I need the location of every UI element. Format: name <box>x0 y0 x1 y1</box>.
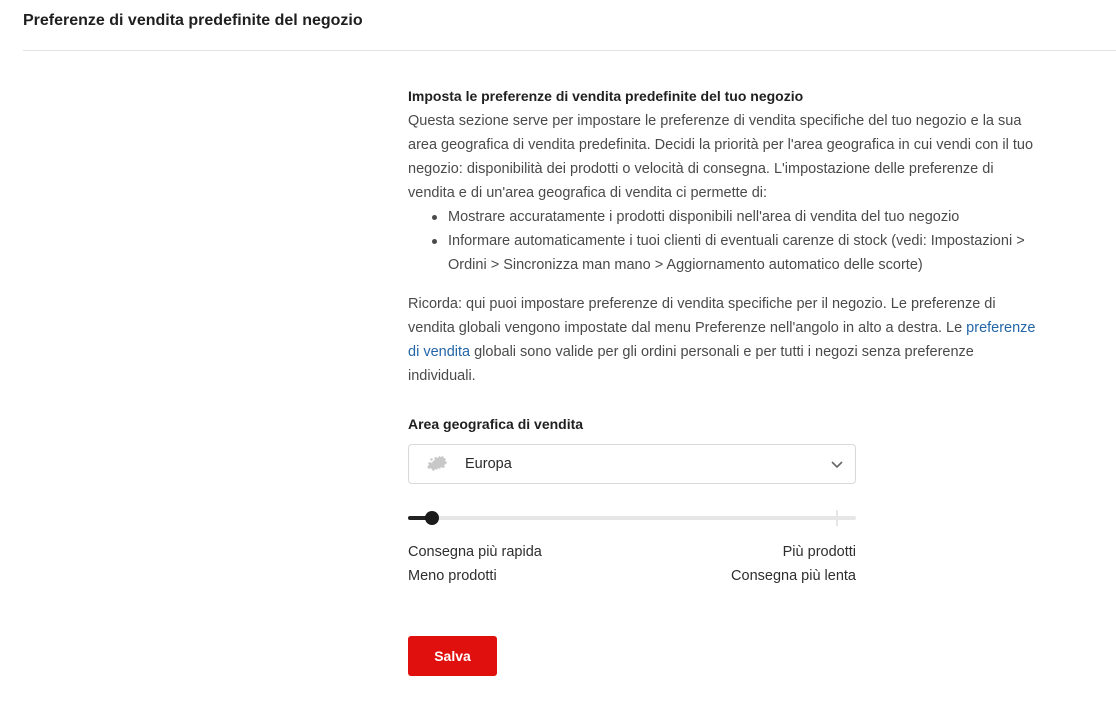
more-products-label: Più prodotti <box>782 544 856 560</box>
preferences-section: Imposta le preferenze di vendita predefi… <box>408 86 1038 676</box>
list-item: Informare automaticamente i tuoi clienti… <box>432 229 1038 277</box>
section-heading: Imposta le preferenze di vendita predefi… <box>408 88 804 104</box>
page-title: Preferenze di vendita predefinite del ne… <box>23 12 363 29</box>
page-header: Preferenze di vendita predefinite del ne… <box>23 0 1116 51</box>
intro-paragraph: Questa sezione serve per impostare le pr… <box>408 113 1034 201</box>
selected-area: Europa <box>465 456 512 472</box>
sales-area-heading: Area geografica di vendita <box>408 416 584 432</box>
save-button[interactable]: Salva <box>408 636 497 676</box>
slider-thumb[interactable] <box>424 511 439 525</box>
slider-right-labels: Più prodotti Consegna più lenta <box>731 540 856 588</box>
delivery-products-slider[interactable] <box>408 510 856 526</box>
slider-left-labels: Consegna più rapida Meno prodotti <box>408 540 542 588</box>
europe-map-icon <box>427 456 447 471</box>
chevron-down-icon <box>831 461 843 469</box>
faster-delivery-label: Consegna più rapida <box>408 544 542 560</box>
slider-labels: Consegna più rapida Meno prodotti Più pr… <box>408 540 856 588</box>
slider-track[interactable] <box>408 516 856 520</box>
list-item: Mostrare accuratamente i prodotti dispon… <box>432 205 1038 229</box>
sales-area-select[interactable]: Europa <box>408 444 856 484</box>
slider-end-tick <box>836 510 838 526</box>
benefits-list: Mostrare accuratamente i prodotti dispon… <box>408 205 1038 277</box>
reminder-paragraph: Ricorda: qui puoi impostare preferenze d… <box>408 292 1038 388</box>
fewer-products-label: Meno prodotti <box>408 568 497 584</box>
slower-delivery-label: Consegna più lenta <box>731 568 856 584</box>
reminder-text-end: globali sono valide per gli ordini perso… <box>408 344 974 384</box>
reminder-text: Ricorda: qui puoi impostare preferenze d… <box>408 296 996 336</box>
